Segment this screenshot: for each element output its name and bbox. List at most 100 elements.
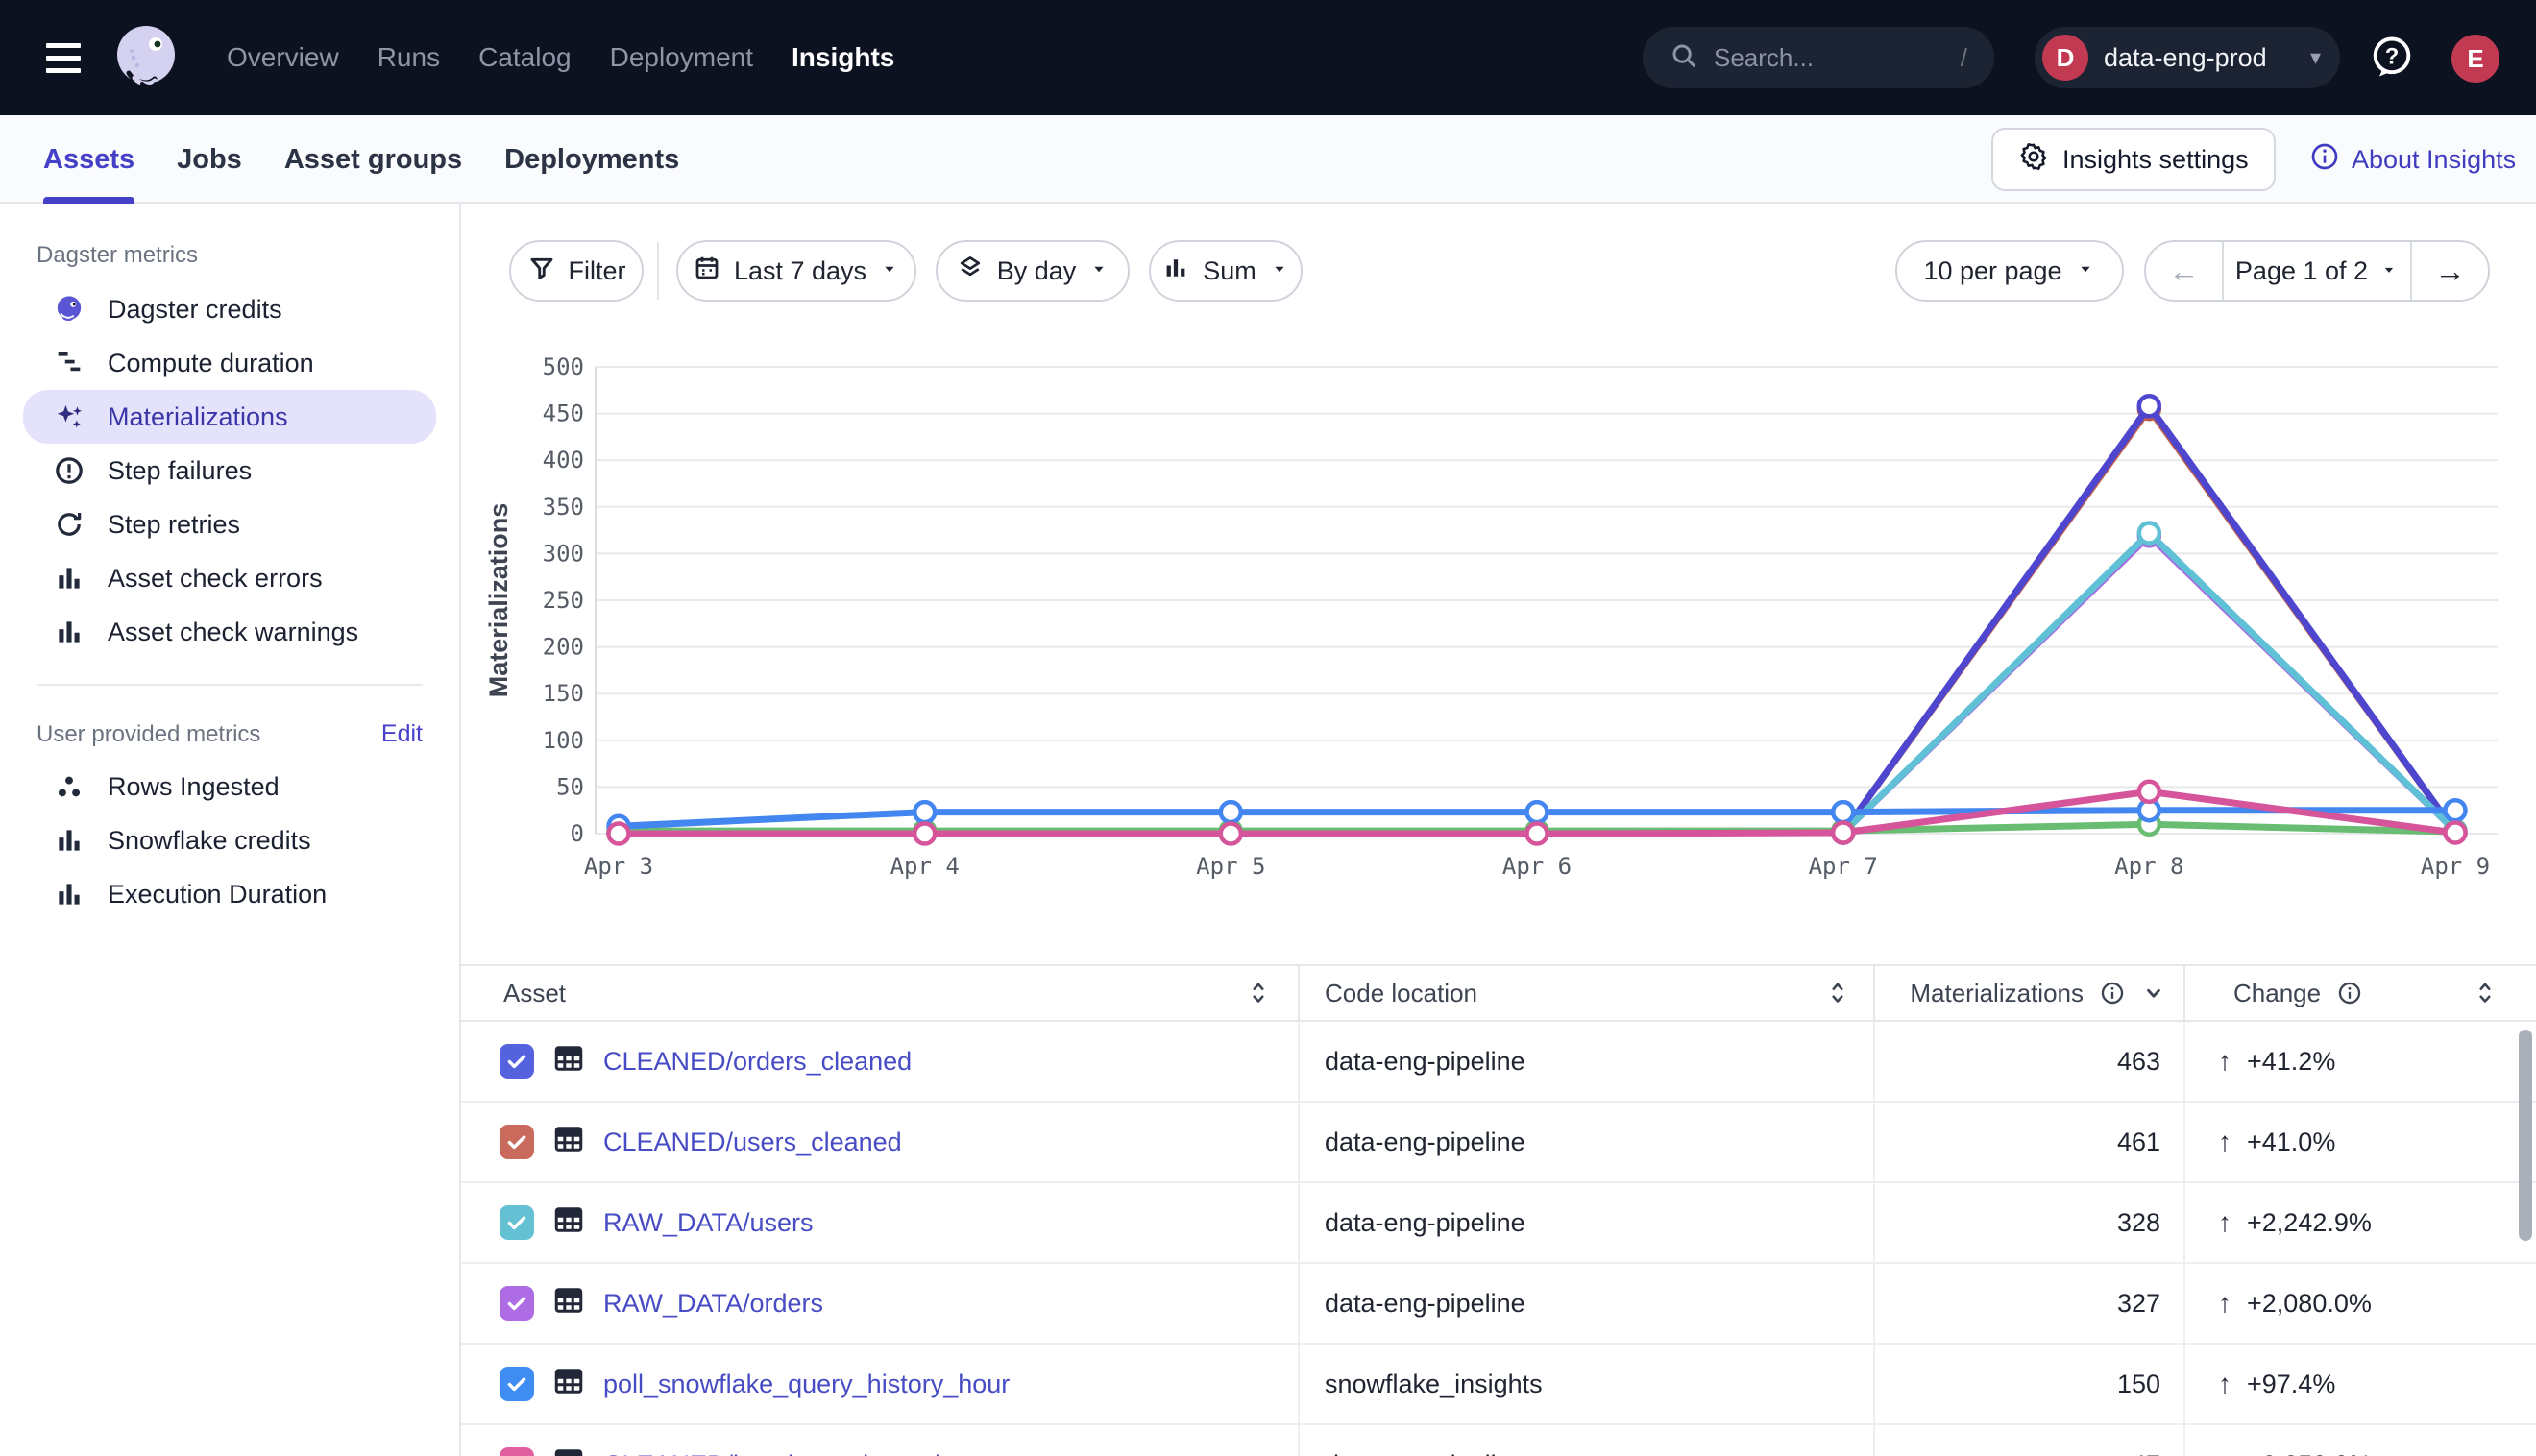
data-point[interactable] — [2446, 823, 2466, 843]
data-point[interactable] — [1833, 802, 1853, 822]
y-tick-label: 250 — [543, 587, 584, 614]
date-range-dropdown[interactable]: Last 7 days — [676, 240, 916, 302]
sidebar-item-asset-check-warnings[interactable]: Asset check warnings — [23, 605, 436, 659]
series-checkbox[interactable] — [500, 1205, 534, 1240]
column-header-code-location[interactable]: Code location — [1298, 966, 1873, 1020]
materializations-value: 150 — [2117, 1370, 2160, 1399]
page-select-dropdown[interactable]: Page 1 of 2 — [2222, 242, 2410, 300]
y-tick-label: 50 — [556, 773, 584, 800]
sidebar-item-snowflake-credits[interactable]: Snowflake credits — [23, 813, 436, 867]
column-header-change[interactable]: Change — [2183, 966, 2536, 1020]
per-page-dropdown[interactable]: 10 per page — [1895, 240, 2124, 302]
sidebar-item-asset-check-errors[interactable]: Asset check errors — [23, 551, 436, 605]
refresh-icon — [52, 507, 86, 542]
search-input[interactable]: Search... / — [1643, 27, 1994, 88]
filter-button[interactable]: Filter — [509, 240, 644, 302]
series-checkbox[interactable] — [500, 1367, 534, 1401]
sort-icon[interactable] — [2473, 979, 2498, 1007]
group-by-dropdown[interactable]: By day — [936, 240, 1130, 302]
table-row-poll-snowflake-query-history-hour: poll_snowflake_query_history_hour snowfl… — [461, 1345, 2536, 1425]
info-icon[interactable] — [2099, 980, 2126, 1007]
topnav-item-deployment[interactable]: Deployment — [610, 42, 753, 73]
series-checkbox[interactable] — [500, 1044, 534, 1079]
topnav-links: Overview Runs Catalog Deployment Insights — [227, 0, 894, 115]
help-icon[interactable]: ? — [2365, 31, 2419, 85]
code-location-value: data-eng-pipeline — [1325, 1289, 1525, 1319]
insights-settings-button[interactable]: Insights settings — [1991, 128, 2276, 191]
sidebar-item-rows-ingested[interactable]: Rows Ingested — [23, 760, 436, 813]
materializations-line-chart[interactable]: 050100150200250300350400450500Apr 3Apr 4… — [480, 346, 2536, 922]
series-checkbox[interactable] — [500, 1286, 534, 1321]
sidebar-item-dagster-credits[interactable]: Dagster credits — [23, 282, 436, 336]
topnav-item-overview[interactable]: Overview — [227, 42, 339, 73]
user-avatar[interactable]: E — [2451, 35, 2499, 83]
previous-page-button[interactable]: ← — [2146, 242, 2222, 300]
hamburger-menu-icon[interactable] — [46, 38, 85, 77]
topnav-item-runs[interactable]: Runs — [378, 42, 440, 73]
tab-jobs[interactable]: Jobs — [177, 115, 242, 204]
next-page-button[interactable]: → — [2410, 242, 2488, 300]
asset-link[interactable]: CLEANED/locations_cleaned — [603, 1450, 940, 1456]
sidebar-item-label: Asset check warnings — [108, 618, 358, 647]
line-series-raw-data-orders[interactable] — [619, 536, 2455, 833]
data-point[interactable] — [2139, 782, 2159, 802]
sidebar-item-compute-duration[interactable]: Compute duration — [23, 336, 436, 390]
x-tick-label: Apr 5 — [1196, 853, 1265, 880]
info-icon[interactable] — [2336, 980, 2363, 1007]
topnav-item-catalog[interactable]: Catalog — [478, 42, 572, 73]
data-point[interactable] — [2446, 800, 2466, 820]
asset-link[interactable]: poll_snowflake_query_history_hour — [603, 1370, 1010, 1399]
column-header-asset[interactable]: Asset — [461, 966, 1298, 1020]
about-insights-label: About Insights — [2352, 145, 2516, 175]
column-label: Materializations — [1910, 979, 2084, 1008]
table-row-raw-data-orders: RAW_DATA/orders data-eng-pipeline 327 ↑ … — [461, 1264, 2536, 1345]
table-icon — [551, 1364, 586, 1405]
sidebar-section-title: User provided metrics — [37, 721, 381, 748]
data-point[interactable] — [1221, 824, 1241, 844]
tab-assets[interactable]: Assets — [43, 115, 134, 204]
data-point[interactable] — [2139, 396, 2159, 416]
change-value: +41.2% — [2247, 1047, 2335, 1077]
series-checkbox[interactable] — [500, 1447, 534, 1456]
line-series-cleaned-users-cleaned[interactable] — [619, 409, 2455, 833]
dagster-metrics-list: Dagster creditsCompute durationMateriali… — [0, 282, 459, 659]
pagination-control: ← Page 1 of 2 → — [2144, 240, 2490, 302]
tab-deployments[interactable]: Deployments — [504, 115, 679, 204]
edit-metrics-link[interactable]: Edit — [381, 720, 423, 748]
sort-icon[interactable] — [1246, 979, 1271, 1007]
sort-icon[interactable] — [1825, 979, 1850, 1007]
asset-link[interactable]: RAW_DATA/users — [603, 1208, 814, 1238]
data-point[interactable] — [1527, 802, 1548, 822]
data-point[interactable] — [1221, 802, 1241, 822]
topnav-item-insights[interactable]: Insights — [792, 42, 894, 73]
column-header-materializations[interactable]: Materializations — [1873, 966, 2183, 1020]
caret-down-icon — [2379, 256, 2399, 286]
data-point[interactable] — [1833, 823, 1853, 843]
data-point[interactable] — [2139, 523, 2159, 544]
dagster-logo[interactable] — [108, 19, 184, 96]
series-checkbox[interactable] — [500, 1125, 534, 1159]
tab-asset-groups[interactable]: Asset groups — [284, 115, 462, 204]
about-insights-link[interactable]: About Insights — [2309, 128, 2516, 191]
data-point[interactable] — [1527, 824, 1548, 844]
code-location-value: data-eng-pipeline — [1325, 1208, 1525, 1238]
data-point[interactable] — [914, 802, 935, 822]
sidebar-item-step-failures[interactable]: Step failures — [23, 444, 436, 497]
asset-link[interactable]: CLEANED/orders_cleaned — [603, 1047, 912, 1077]
data-point[interactable] — [914, 824, 935, 844]
sidebar-item-execution-duration[interactable]: Execution Duration — [23, 867, 436, 921]
asset-link[interactable]: CLEANED/users_cleaned — [603, 1128, 902, 1157]
line-series-cleaned-orders-cleaned[interactable] — [619, 406, 2455, 833]
table-scrollbar[interactable] — [2519, 1030, 2532, 1241]
chevron-down-icon: ▾ — [2310, 45, 2321, 70]
code-location-value: data-eng-pipeline — [1325, 1128, 1525, 1157]
sidebar-item-materializations[interactable]: Materializations — [23, 390, 436, 444]
column-label: Code location — [1325, 979, 1477, 1008]
asset-link[interactable]: RAW_DATA/orders — [603, 1289, 823, 1319]
aggregate-dropdown[interactable]: Sum — [1149, 240, 1303, 302]
org-switcher[interactable]: D data-eng-prod ▾ — [2035, 27, 2340, 88]
sort-desc-icon[interactable] — [2141, 981, 2166, 1006]
data-point[interactable] — [609, 824, 629, 844]
insights-page: Overview Runs Catalog Deployment Insights Se… — [0, 0, 2536, 1456]
sidebar-item-step-retries[interactable]: Step retries — [23, 497, 436, 551]
